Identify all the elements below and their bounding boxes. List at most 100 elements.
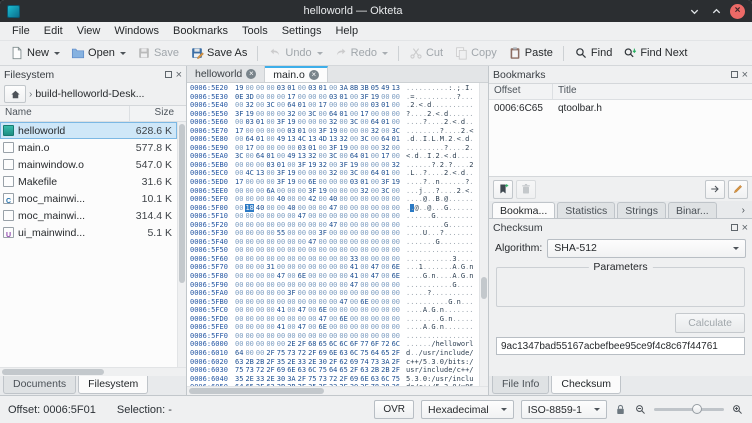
breadcrumb-folder[interactable]: build-helloworld-Desk...: [35, 88, 144, 100]
file-row[interactable]: helloworld628.6 K: [0, 122, 177, 139]
hex-row[interactable]: 0006:5EF00000000040000042004000000000000…: [190, 195, 479, 204]
save-button[interactable]: Save: [132, 44, 184, 62]
hex-row[interactable]: 0006:5EA03C00640100491332003C00640100170…: [190, 152, 479, 161]
open-button[interactable]: Open: [66, 44, 131, 62]
tool-tab-binar[interactable]: Binar...: [668, 202, 717, 218]
hex-row[interactable]: 0006:5FE000000000410047006E0000000000000…: [190, 323, 479, 332]
hex-row[interactable]: 0006:5E800064010049134C134D1332003C00640…: [190, 135, 479, 144]
close-tab-icon[interactable]: ×: [246, 69, 256, 79]
readonly-lock-button[interactable]: [614, 403, 627, 416]
hex-view[interactable]: 0006:5E20190000000301000301003A8B3B05491…: [187, 83, 479, 386]
title-column-header[interactable]: Title: [553, 84, 752, 99]
add-bookmark-button[interactable]: [493, 180, 513, 199]
name-column-header[interactable]: Name: [0, 106, 130, 121]
file-row[interactable]: main.o577.8 K: [0, 139, 177, 156]
hex-row[interactable]: 0006:5E300E3D000000170000000301003F19000…: [190, 93, 479, 102]
hex-row[interactable]: 0006:5F900000000000000000000000470000000…: [190, 281, 479, 290]
close-panel-icon[interactable]: ×: [176, 70, 182, 80]
size-column-header[interactable]: Size: [130, 106, 186, 121]
scrollbar-thumb[interactable]: [179, 124, 185, 283]
float-panel-icon[interactable]: [731, 224, 738, 231]
hex-row[interactable]: 0006:5E900017000000000301003F19000000320…: [190, 144, 479, 153]
close-button[interactable]: ×: [730, 4, 745, 19]
menu-bookmarks[interactable]: Bookmarks: [166, 23, 235, 39]
hex-row[interactable]: 0006:5F600000000000000000000000330000000…: [190, 255, 479, 264]
menu-help[interactable]: Help: [328, 23, 365, 39]
copy-button[interactable]: Copy: [449, 44, 502, 62]
file-list-hscrollbar[interactable]: [0, 367, 186, 376]
checksum-result-field[interactable]: 9ac1347bad55167acbefbee95ce9f4c8c67f4476…: [496, 337, 745, 355]
hex-row[interactable]: 0006:60307573722F696E636C7564652F632B2B2…: [190, 366, 479, 375]
tool-tab-bookma[interactable]: Bookma...: [492, 202, 555, 218]
scrollbar-thumb[interactable]: [481, 277, 487, 299]
doc-tab-helloworld[interactable]: helloworld×: [187, 66, 265, 82]
hex-row[interactable]: 0006:5EE00000006A0000003F1900000032003C0…: [190, 187, 479, 196]
hex-row[interactable]: 0006:5F400000000000000047000000000000000…: [190, 238, 479, 247]
hex-row[interactable]: 0006:5FB00000000000000000000047006E00000…: [190, 298, 479, 307]
cut-button[interactable]: Cut: [404, 44, 448, 62]
doc-tab-main-o[interactable]: main.o×: [265, 66, 328, 82]
browser-tab-filesystem[interactable]: Filesystem: [78, 376, 148, 394]
file-row[interactable]: Cmoc_mainwi...10.1 K: [0, 190, 177, 207]
new-button[interactable]: New: [5, 44, 65, 62]
hex-row[interactable]: 0006:5F200000000000000000004700000000000…: [190, 221, 479, 230]
value-coding-select[interactable]: Hexadecimal: [421, 400, 514, 419]
minimize-button[interactable]: [686, 3, 702, 19]
find-next-button[interactable]: Find Next: [618, 44, 692, 62]
checksum-tab-checksum[interactable]: Checksum: [551, 376, 621, 394]
tool-tab-strings[interactable]: Strings: [617, 202, 666, 218]
hex-vscrollbar[interactable]: [479, 83, 488, 386]
redo-button[interactable]: Redo: [329, 44, 393, 62]
checksum-tab-file-info[interactable]: File Info: [492, 376, 549, 394]
float-panel-icon[interactable]: [731, 71, 738, 78]
offset-column-header[interactable]: Offset: [489, 84, 553, 99]
hex-row[interactable]: 0006:5F700000003100000000000000410047006…: [190, 263, 479, 272]
zoom-in-button[interactable]: [731, 403, 744, 416]
find-button[interactable]: Find: [569, 44, 617, 62]
hex-row[interactable]: 0006:5E20190000000301000301003A8B3B05491…: [190, 84, 479, 93]
hex-row[interactable]: 0006:5FF00000000000000000000000000000000…: [190, 332, 479, 341]
hex-row[interactable]: 0006:6020632B2B2F352E332E302F626974733A2…: [190, 358, 479, 367]
tab-overflow-arrow[interactable]: ›: [738, 205, 749, 218]
save-as-button[interactable]: Save As: [185, 44, 252, 62]
browser-tab-documents[interactable]: Documents: [3, 376, 76, 394]
goto-bookmark-button[interactable]: [705, 180, 725, 199]
tool-tab-statistics[interactable]: Statistics: [557, 202, 615, 218]
hex-row[interactable]: 0006:5F500000000000000000000000000000000…: [190, 246, 479, 255]
scrollbar-thumb[interactable]: [2, 369, 104, 375]
scrollbar-thumb[interactable]: [189, 388, 324, 394]
overwrite-mode-button[interactable]: OVR: [374, 400, 414, 419]
hex-row[interactable]: 0006:5F100000000000004700000000000000000…: [190, 212, 479, 221]
menu-settings[interactable]: Settings: [275, 23, 329, 39]
menu-file[interactable]: File: [5, 23, 37, 39]
undo-button[interactable]: Undo: [263, 44, 327, 62]
calculate-button[interactable]: Calculate: [675, 313, 745, 333]
close-panel-icon[interactable]: ×: [742, 223, 748, 233]
hex-row[interactable]: 0006:6040352E332E303A2F7573722F696E636C7…: [190, 375, 479, 384]
hex-row[interactable]: 0006:5E400032003C00640100170000000003010…: [190, 101, 479, 110]
file-row[interactable]: moc_mainwi...314.4 K: [0, 207, 177, 224]
hex-row[interactable]: 0006:5FC000000000410047006E0000000000000…: [190, 306, 479, 315]
hex-row[interactable]: 0006:5FA000000000003F0000000000000000000…: [190, 289, 479, 298]
algorithm-select[interactable]: SHA-512: [547, 239, 746, 258]
float-panel-icon[interactable]: [165, 71, 172, 78]
menu-windows[interactable]: Windows: [107, 23, 166, 39]
file-row[interactable]: Makefile31.6 K: [0, 173, 177, 190]
delete-bookmark-button[interactable]: [516, 180, 536, 199]
hex-row[interactable]: 0006:5EB00000000301003F1932003F190000003…: [190, 161, 479, 170]
file-row[interactable]: mainwindow.o547.0 K: [0, 156, 177, 173]
hex-row[interactable]: 0006:60106400002F7573722F696E636C7564652…: [190, 349, 479, 358]
close-panel-icon[interactable]: ×: [742, 70, 748, 80]
rename-bookmark-button[interactable]: [728, 180, 748, 199]
zoom-slider[interactable]: [654, 408, 724, 411]
hex-row[interactable]: 0006:5F3000000000550000003F0000000000000…: [190, 229, 479, 238]
file-list-scrollbar[interactable]: [177, 122, 186, 367]
menu-edit[interactable]: Edit: [37, 23, 70, 39]
hex-row[interactable]: 0006:5F000018400000400000004700000000000…: [190, 204, 479, 213]
close-tab-icon[interactable]: ×: [309, 70, 319, 80]
zoom-slider-handle[interactable]: [692, 404, 702, 414]
maximize-button[interactable]: [708, 3, 724, 19]
bookmark-row[interactable]: 0006:6C65qtoolbar.h: [489, 100, 752, 116]
hex-row[interactable]: 0006:5E60000301003F1900000032003C0064010…: [190, 118, 479, 127]
hex-row[interactable]: 0006:600000000000002E2F68656C6C6F776F726…: [190, 340, 479, 349]
